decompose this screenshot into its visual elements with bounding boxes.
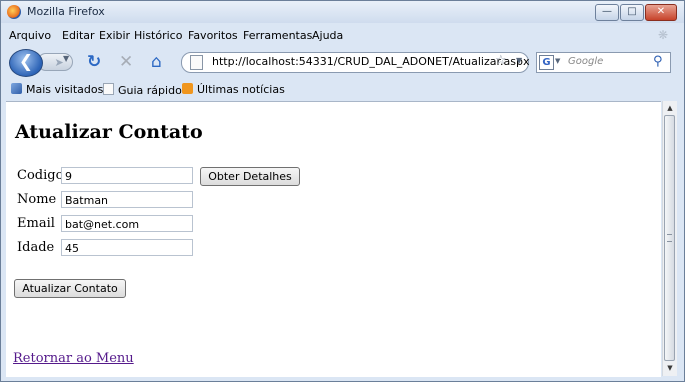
page-title: Atualizar Contato	[15, 121, 203, 143]
menu-ferramentas[interactable]: Ferramentas	[243, 29, 312, 42]
nome-input[interactable]: Batman	[61, 191, 193, 208]
minimize-button[interactable]: —	[595, 4, 619, 21]
scrollbar-thumb[interactable]	[664, 115, 675, 361]
nome-label: Nome	[17, 192, 57, 207]
retornar-menu-link[interactable]: Retornar ao Menu	[13, 351, 134, 366]
codigo-input[interactable]: 9	[61, 167, 193, 184]
bookmark-star-icon[interactable]: ☆	[495, 53, 507, 68]
url-text[interactable]: http://localhost:54331/CRUD_DAL_ADONET/A…	[212, 55, 529, 68]
bookmark-label: Mais visitados	[26, 83, 104, 96]
email-input[interactable]: bat@net.com	[61, 215, 193, 232]
maximize-button[interactable]: □	[620, 4, 644, 21]
bookmark-label: Últimas notícias	[197, 83, 285, 96]
vertical-scrollbar[interactable]: ▲ ▼	[662, 101, 677, 376]
menu-arquivo[interactable]: Arquivo	[9, 29, 51, 42]
navigation-toolbar: ➤ ▼ ❮ ↻ ✕ ⌂ http://localhost:54331/CRUD_…	[1, 46, 684, 78]
page-icon	[190, 55, 203, 70]
search-icon[interactable]: ⚲	[653, 54, 663, 69]
page-icon	[103, 83, 114, 95]
bookmark-mais-visitados[interactable]: Mais visitados	[11, 83, 103, 96]
history-dropdown-icon[interactable]: ▼	[63, 54, 69, 63]
scroll-down-icon[interactable]: ▼	[665, 364, 675, 372]
most-visited-icon	[11, 83, 22, 94]
google-engine-icon[interactable]: G	[539, 55, 554, 70]
menu-bar: Arquivo Editar Exibir Histórico Favorito…	[1, 26, 684, 44]
obter-detalhes-button[interactable]: Obter Detalhes	[200, 167, 300, 186]
reload-icon[interactable]: ↻	[87, 52, 101, 72]
scroll-up-icon[interactable]: ▲	[665, 104, 675, 112]
bookmark-guia-rapido[interactable]: Guia rápido	[103, 83, 182, 97]
menu-exibir[interactable]: Exibir	[99, 29, 130, 42]
atualizar-contato-button[interactable]: Atualizar Contato	[14, 279, 126, 298]
window-title: Mozilla Firefox	[27, 5, 105, 18]
home-icon[interactable]: ⌂	[151, 52, 162, 72]
menu-favoritos[interactable]: Favoritos	[188, 29, 238, 42]
menu-historico[interactable]: Histórico	[134, 29, 182, 42]
page-content: Atualizar Contato Codigo 9 Obter Detalhe…	[6, 101, 661, 377]
bookmark-ultimas-noticias[interactable]: Últimas notícias	[182, 83, 285, 96]
address-bar[interactable]: http://localhost:54331/CRUD_DAL_ADONET/A…	[181, 52, 529, 73]
bookmarks-toolbar: Mais visitados Guia rápido Últimas notíc…	[1, 80, 684, 100]
throbber-icon: ❋	[657, 28, 669, 42]
title-bar: Mozilla Firefox — □ ✕	[1, 1, 684, 23]
browser-window: Mozilla Firefox — □ ✕ Arquivo Editar Exi…	[0, 0, 685, 382]
back-button[interactable]: ❮	[9, 49, 43, 77]
idade-input[interactable]: 45	[61, 239, 193, 256]
search-box[interactable]: G ▼ Google ⚲	[536, 52, 671, 73]
codigo-label: Codigo	[17, 168, 64, 183]
idade-label: Idade	[17, 240, 55, 255]
search-engine-dropdown-icon[interactable]: ▼	[555, 57, 560, 65]
rss-icon	[182, 83, 193, 94]
email-label: Email	[17, 216, 55, 231]
search-input[interactable]: Google	[568, 56, 603, 67]
stop-icon[interactable]: ✕	[119, 52, 133, 72]
url-dropdown-icon[interactable]: ▼	[516, 56, 522, 65]
close-button[interactable]: ✕	[645, 4, 677, 21]
menu-editar[interactable]: Editar	[62, 29, 95, 42]
menu-ajuda[interactable]: Ajuda	[312, 29, 343, 42]
grip-icon	[667, 234, 672, 242]
bookmark-label: Guia rápido	[118, 84, 182, 97]
firefox-logo-icon	[7, 5, 21, 19]
